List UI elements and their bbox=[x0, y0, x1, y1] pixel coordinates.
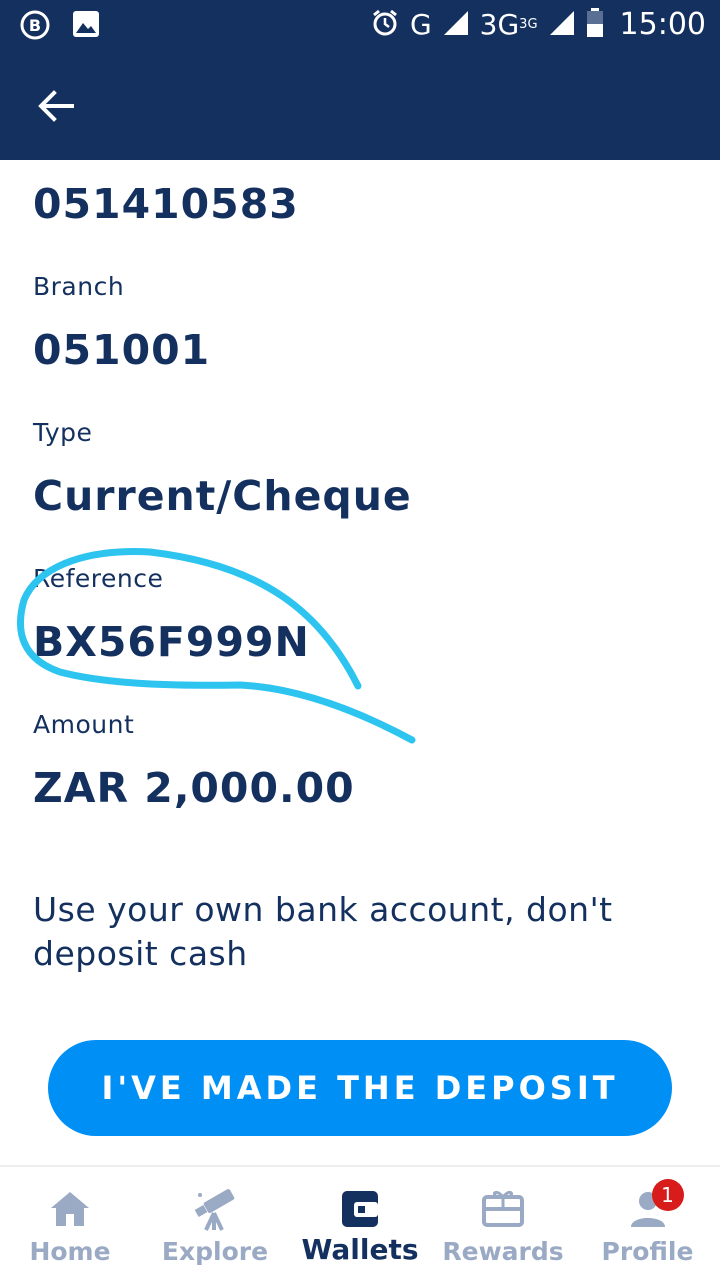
amount-label: Amount bbox=[33, 710, 135, 739]
arrow-left-icon bbox=[38, 90, 74, 122]
nav-profile-label: Profile bbox=[601, 1237, 694, 1266]
status-bar: B G 3G3G 15:00 bbox=[0, 0, 720, 50]
amount-value: ZAR 2,000.00 bbox=[33, 764, 355, 812]
made-deposit-button[interactable]: I'VE MADE THE DEPOSIT bbox=[48, 1040, 672, 1136]
status-time: 15:00 bbox=[619, 7, 706, 42]
signal-icon bbox=[548, 9, 576, 41]
network-3g-text: 3G3G bbox=[480, 6, 538, 44]
nav-home-label: Home bbox=[29, 1237, 111, 1266]
app-bar bbox=[0, 50, 720, 160]
signal-icon bbox=[442, 9, 470, 41]
account-number-value: 051410583 bbox=[33, 180, 299, 228]
network-3g-sup: 3G bbox=[519, 17, 538, 32]
nav-explore[interactable]: Explore bbox=[160, 1167, 270, 1280]
profile-notification-badge: 1 bbox=[651, 1179, 684, 1211]
reference-value: BX56F999N bbox=[33, 618, 310, 666]
gift-card-icon bbox=[482, 1190, 524, 1227]
alarm-icon bbox=[370, 8, 400, 42]
nav-rewards-label: Rewards bbox=[442, 1237, 564, 1266]
image-icon bbox=[72, 10, 100, 44]
deposit-details: 051410583 Branch 051001 Type Current/Che… bbox=[0, 160, 720, 1165]
network-3g-label: 3G bbox=[479, 8, 520, 41]
type-label: Type bbox=[33, 418, 93, 447]
svg-text:B: B bbox=[29, 16, 41, 35]
nav-profile[interactable]: 1 Profile bbox=[600, 1167, 695, 1280]
type-value: Current/Cheque bbox=[33, 472, 412, 520]
bottom-nav: Home Explore Wallets Rewards 1 Profile bbox=[0, 1165, 720, 1280]
nav-rewards[interactable]: Rewards bbox=[442, 1167, 564, 1280]
wallet-icon bbox=[342, 1191, 378, 1227]
nav-explore-label: Explore bbox=[161, 1237, 269, 1266]
branch-value: 051001 bbox=[33, 326, 211, 374]
nav-home[interactable]: Home bbox=[20, 1167, 120, 1280]
reference-label: Reference bbox=[33, 564, 164, 593]
telescope-icon bbox=[194, 1189, 235, 1231]
battery-icon bbox=[586, 8, 604, 42]
deposit-hint: Use your own bank account, don't deposit… bbox=[33, 890, 613, 973]
back-button[interactable] bbox=[30, 80, 82, 132]
branch-label: Branch bbox=[33, 272, 125, 301]
nav-wallets[interactable]: Wallets bbox=[300, 1167, 420, 1280]
network-g-text: G bbox=[409, 8, 432, 41]
home-icon bbox=[51, 1192, 89, 1226]
b-app-icon: B bbox=[20, 10, 50, 44]
nav-wallets-label: Wallets bbox=[301, 1233, 419, 1266]
